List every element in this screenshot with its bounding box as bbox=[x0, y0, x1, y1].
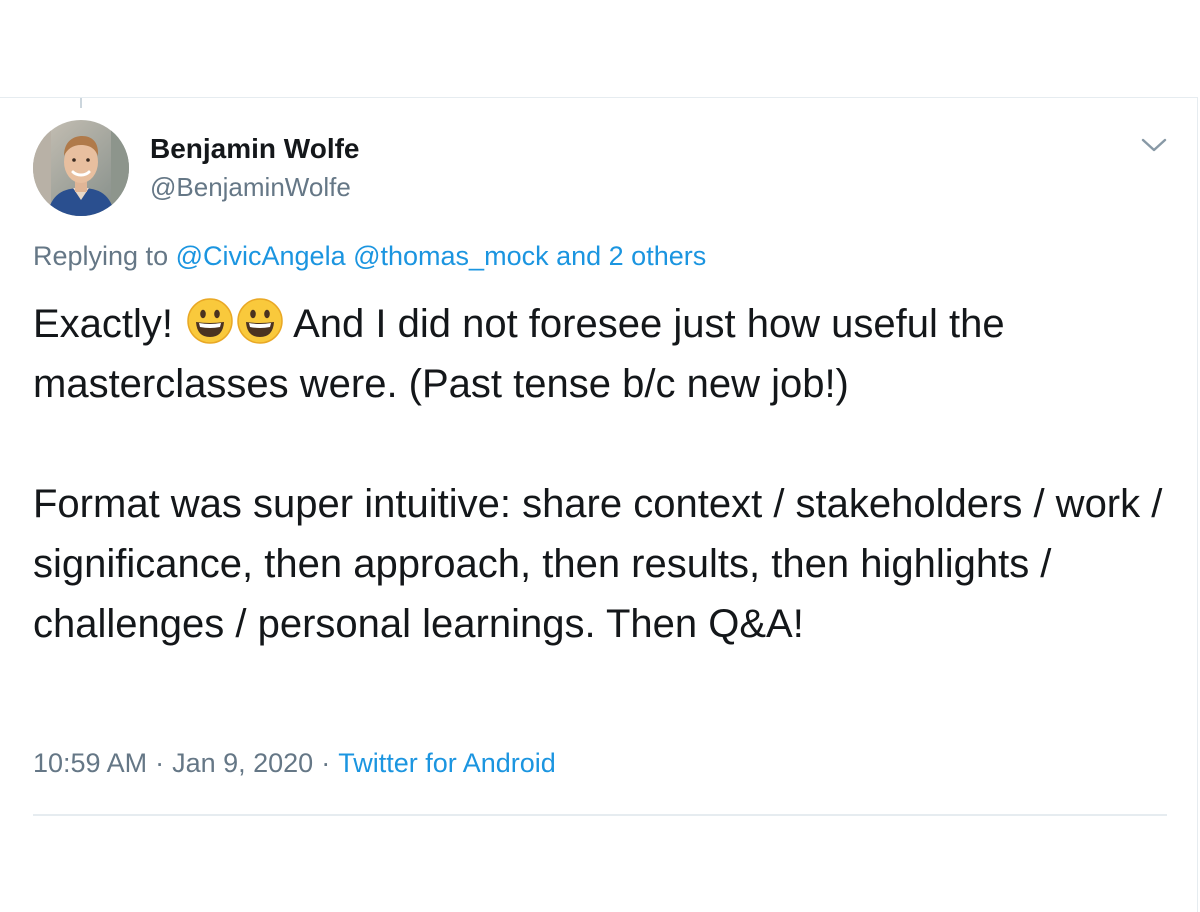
tweet-source-link[interactable]: Twitter for Android bbox=[338, 748, 556, 778]
replying-to: Replying to @CivicAngela @thomas_mock an… bbox=[33, 241, 706, 272]
replying-to-label: Replying to bbox=[33, 241, 169, 271]
tweet-text-rest: And I did not foresee just how useful th… bbox=[33, 302, 1005, 406]
mention-link[interactable]: @thomas_mock bbox=[353, 241, 548, 271]
tweet-text: Exactly! And I did not foresee just how … bbox=[33, 294, 1183, 654]
user-handle[interactable]: @BenjaminWolfe bbox=[150, 172, 351, 203]
tweet-metadata: 10:59 AM · Jan 9, 2020 · Twitter for Android bbox=[33, 748, 556, 779]
tweet-text-start: Exactly! bbox=[33, 302, 174, 346]
tweet-card: Benjamin Wolfe @BenjaminWolfe Replying t… bbox=[0, 97, 1198, 912]
tweet-time[interactable]: 10:59 AM bbox=[33, 748, 147, 778]
mention-link[interactable]: @CivicAngela bbox=[176, 241, 346, 271]
thread-connector-line bbox=[80, 98, 82, 108]
tweet-paragraph: Format was super intuitive: share contex… bbox=[33, 482, 1163, 646]
avatar[interactable] bbox=[33, 120, 129, 216]
others-link[interactable]: and 2 others bbox=[556, 241, 706, 271]
user-display-name[interactable]: Benjamin Wolfe bbox=[150, 133, 360, 165]
grinning-face-emoji-icon bbox=[236, 297, 284, 345]
grinning-face-emoji-icon bbox=[186, 297, 234, 345]
tweet-date[interactable]: Jan 9, 2020 bbox=[172, 748, 313, 778]
separator-dot: · bbox=[155, 748, 165, 778]
separator-dot: · bbox=[321, 748, 331, 778]
divider bbox=[33, 814, 1167, 816]
chevron-down-icon[interactable] bbox=[1139, 134, 1169, 156]
tweet-paragraph: Exactly! And I did not foresee just how … bbox=[33, 294, 1183, 414]
